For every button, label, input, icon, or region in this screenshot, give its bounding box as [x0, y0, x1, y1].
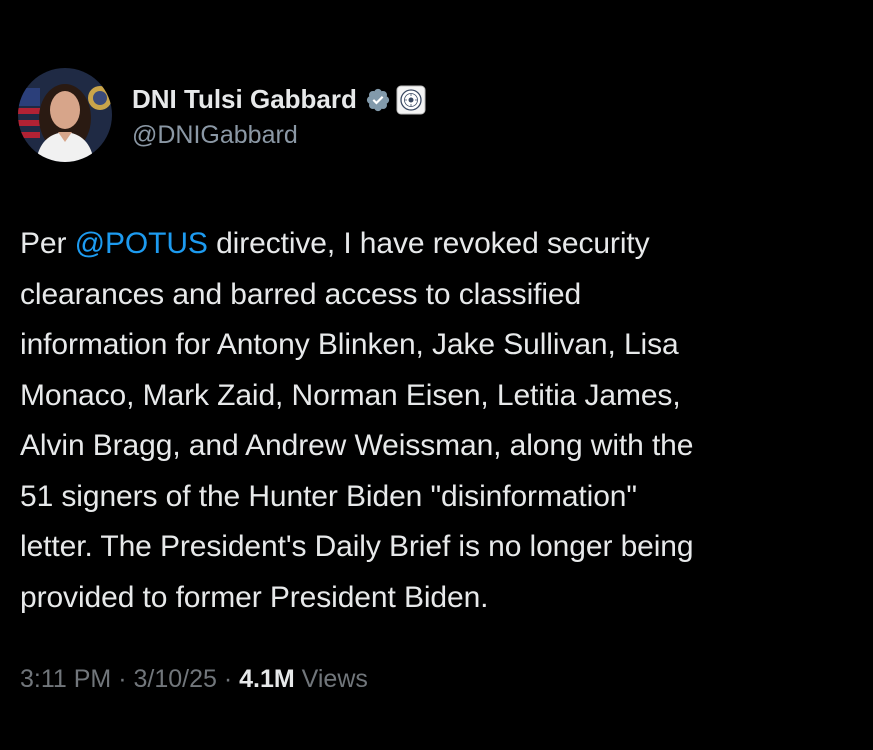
- tweet-line-rest: directive, I have revoked security: [207, 227, 650, 260]
- views-label: Views: [294, 665, 368, 693]
- tweet-line: 51 signers of the Hunter Biden "disinfor…: [20, 479, 637, 513]
- tweet-line-prefix: Per: [20, 227, 75, 260]
- author-names: DNI Tulsi Gabbard @DNIGabbard: [132, 81, 426, 150]
- meta-separator: ·: [111, 665, 134, 693]
- tweet-line: provided to former President Biden.: [20, 580, 489, 614]
- name-row: DNI Tulsi Gabbard: [132, 81, 426, 119]
- tweet-text: Per @POTUS directive, I have revoked sec…: [20, 219, 860, 623]
- verified-badge-icon[interactable]: [365, 87, 391, 113]
- mention-link[interactable]: @POTUS: [75, 227, 208, 260]
- avatar[interactable]: [18, 68, 112, 162]
- tweet-date[interactable]: 3/10/25: [133, 665, 216, 693]
- tweet-meta: 3:11 PM · 3/10/25 · 4.1M Views: [20, 665, 368, 694]
- display-name[interactable]: DNI Tulsi Gabbard: [132, 84, 357, 115]
- dni-seal-icon[interactable]: [396, 85, 426, 115]
- tweet-line: Alvin Bragg, and Andrew Weissman, along …: [20, 429, 694, 462]
- meta-separator: ·: [216, 665, 240, 693]
- tweet-header: DNI Tulsi Gabbard @DNIGabbard: [18, 68, 426, 162]
- tweet: DNI Tulsi Gabbard @DNIGabbard Per @POTUS…: [0, 0, 873, 750]
- tweet-line: letter. The President's Daily Brief is n…: [20, 530, 694, 563]
- tweet-line: information for Antony Blinken, Jake Sul…: [20, 328, 679, 361]
- tweet-line: Per @POTUS directive, I have revoked sec…: [20, 219, 860, 270]
- tweet-line: Monaco, Mark Zaid, Norman Eisen, Letitia…: [20, 378, 681, 412]
- views-count[interactable]: 4.1M: [239, 665, 295, 693]
- tweet-time[interactable]: 3:11 PM: [20, 665, 111, 693]
- tweet-line: clearances and barred access to classifi…: [20, 277, 582, 311]
- author-handle[interactable]: @DNIGabbard: [132, 121, 426, 150]
